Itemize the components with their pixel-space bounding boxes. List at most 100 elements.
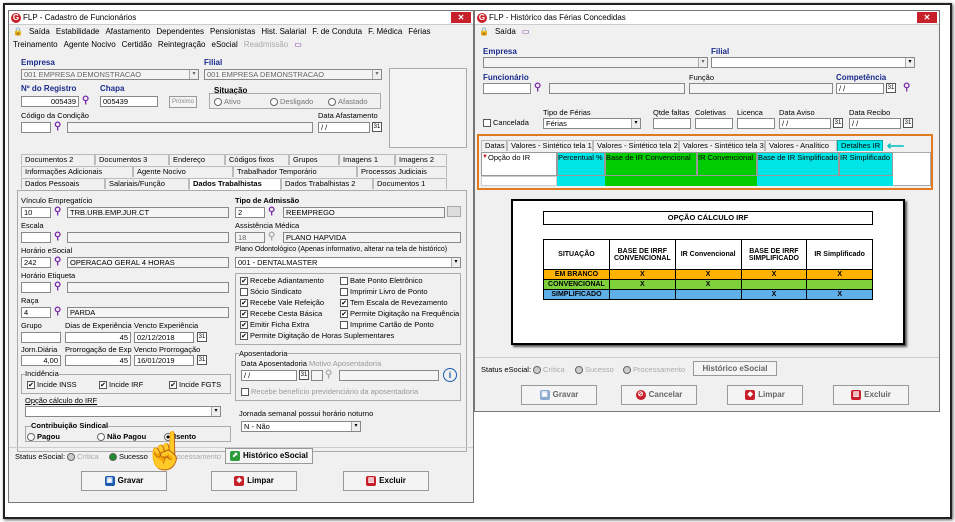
tab-sintetico-3[interactable]: Valores - Sintético tela 3	[679, 140, 765, 151]
grid-col-base-simp[interactable]: Base de IR Simplificado	[757, 152, 839, 176]
menu-readmissao[interactable]: Readmissão	[244, 40, 288, 49]
grid-col-percentual[interactable]: Percentual %	[557, 152, 605, 176]
digitacao-frequencia-checkbox[interactable]: ✔ Permite Digitação na Frequência	[340, 309, 459, 319]
jorn-input[interactable]: 4,00	[21, 355, 61, 366]
cesta-basica-checkbox[interactable]: ✔ Recebe Cesta Básica	[240, 309, 322, 319]
cartao-ponto-checkbox[interactable]: Imprime Cartão de Ponto	[340, 320, 434, 330]
search-icon[interactable]: ⚲	[268, 207, 278, 217]
qtdefaltas-input[interactable]	[653, 118, 691, 129]
tipoadm-code[interactable]: 2	[235, 207, 265, 218]
escala-revezamento-checkbox[interactable]: ✔ Tem Escala de Revezamento	[340, 298, 448, 308]
tab-imagens-1[interactable]: Imagens 1	[339, 154, 395, 165]
grid-cell[interactable]	[839, 176, 893, 186]
menu-f-medica[interactable]: F. Médica	[368, 27, 402, 36]
calendar-icon[interactable]: 31	[372, 122, 382, 132]
grid-col-opcao[interactable]: ▼ Opção do IR	[481, 152, 557, 176]
empresa-select[interactable]: 001 EMPRESA DEMONSTRACAO ▾	[21, 69, 199, 80]
menu-dependentes[interactable]: Dependentes	[156, 27, 204, 36]
tab-dados-trabalhistas-2[interactable]: Dados Trabalhistas 2	[281, 178, 373, 189]
calendar-icon[interactable]: 31	[197, 332, 207, 342]
search-icon[interactable]: ⚲	[54, 307, 64, 317]
radio-afastado[interactable]: Afastado	[328, 97, 368, 107]
tab-agente-nocivo[interactable]: Agente Nocivo	[133, 166, 233, 177]
dataaviso-input[interactable]: / /	[779, 118, 831, 129]
registro-input[interactable]: 005439	[21, 96, 79, 107]
tab-analitico[interactable]: Valores - Analítico	[765, 140, 837, 151]
tipoferias-select[interactable]: Férias ▾	[543, 118, 641, 129]
grupo-input[interactable]	[21, 332, 61, 343]
opcao-ir-select[interactable]: ▾	[25, 406, 221, 417]
raca-code[interactable]: 4	[21, 307, 51, 318]
calendar-icon[interactable]: 31	[833, 118, 843, 128]
socio-sindicato-checkbox[interactable]: Sócio Sindicato	[240, 287, 302, 297]
chat-icon[interactable]: ▭	[294, 40, 302, 49]
tab-processos-judiciais[interactable]: Processos Judiciais	[357, 166, 447, 177]
tab-info-adicionais[interactable]: Informações Adicionais	[21, 166, 133, 177]
plano-select[interactable]: 001 - DENTALMASTER ▾	[235, 257, 461, 268]
tab-sintetico-2[interactable]: Valores - Sintético tela 2	[593, 140, 679, 151]
menu-certidao[interactable]: Certidão	[122, 40, 152, 49]
tab-documentos-3[interactable]: Documentos 3	[95, 154, 169, 165]
imprimir-livro-checkbox[interactable]: Imprimir Livro de Ponto	[340, 287, 428, 297]
calendar-icon[interactable]: 31	[903, 118, 913, 128]
dataafast-input[interactable]: / /	[318, 122, 370, 133]
filial-select[interactable]: ▾	[711, 57, 915, 68]
datarecibo-input[interactable]: / /	[849, 118, 901, 129]
grid-cell[interactable]	[757, 176, 839, 186]
incide-inss-checkbox[interactable]: ✔ Incide INSS	[27, 380, 77, 390]
tab-sintetico-1[interactable]: Valores - Sintético tela 1	[507, 140, 593, 151]
tab-salariais-funcao[interactable]: Salariais/Função	[105, 178, 189, 189]
recebe-adiantamento-checkbox[interactable]: ✔ Recebe Adiantamento	[240, 276, 324, 286]
tab-documentos-1[interactable]: Documentos 1	[373, 178, 447, 189]
func-code[interactable]	[483, 83, 531, 94]
close-button[interactable]: ✕	[451, 12, 471, 23]
licenca-input[interactable]	[737, 118, 775, 129]
codcond-input[interactable]	[21, 122, 51, 133]
etiqueta-code[interactable]	[21, 282, 51, 293]
search-icon[interactable]: ⚲	[54, 122, 64, 132]
calendar-icon[interactable]: 31	[299, 370, 309, 380]
grid-col-ir-simp[interactable]: IR Simplificado	[839, 152, 893, 176]
calendar-icon[interactable]: 31	[886, 83, 896, 93]
grid-cell[interactable]	[605, 176, 697, 186]
tab-grupos[interactable]: Grupos	[289, 154, 339, 165]
excluir-button[interactable]: ▥ Excluir	[343, 471, 429, 491]
vencprorrog-input[interactable]: 16/01/2019	[134, 355, 194, 366]
ficha-extra-checkbox[interactable]: ✔ Emitir Ficha Extra	[240, 320, 309, 330]
cancelar-button[interactable]: ⊘ Cancelar	[621, 385, 697, 405]
gravar-button[interactable]: ▣ Gravar	[81, 471, 167, 491]
menu-f-conduta[interactable]: F. de Conduta	[312, 27, 362, 36]
grid-cell[interactable]	[557, 176, 605, 186]
limpar-button[interactable]: ◆ Limpar	[211, 471, 297, 491]
incide-irf-checkbox[interactable]: ✔ Incide IRF	[99, 380, 143, 390]
tab-documentos-2[interactable]: Documentos 2	[21, 154, 95, 165]
horario-code[interactable]: 242	[21, 257, 51, 268]
motivo-code[interactable]	[311, 370, 323, 381]
search-icon[interactable]: ⚲	[54, 282, 64, 292]
search-icon[interactable]: ⚲	[325, 370, 335, 380]
menu-estabilidade[interactable]: Estabilidade	[56, 27, 100, 36]
grid-col-ir-conv[interactable]: IR Convencional	[697, 152, 757, 176]
grid-col-base-conv[interactable]: Base de IR Convencional	[605, 152, 697, 176]
vencexp-input[interactable]: 02/12/2018	[134, 332, 194, 343]
tab-imagens-2[interactable]: Imagens 2	[395, 154, 447, 165]
menu-agente-nocivo[interactable]: Agente Nocivo	[64, 40, 116, 49]
menu-hist-salarial[interactable]: Hist. Salarial	[261, 27, 306, 36]
search-icon[interactable]: ⚲	[534, 83, 544, 93]
search-icon[interactable]: ⚲	[268, 232, 278, 242]
excluir-button[interactable]: ▥ Excluir	[833, 385, 909, 405]
assist-code[interactable]: 18	[235, 232, 265, 243]
search-icon[interactable]: ⚲	[82, 96, 92, 106]
tab-codigos-fixos[interactable]: Códigos fixos	[225, 154, 289, 165]
empresa-select[interactable]: ▾	[483, 57, 708, 68]
grid-cell[interactable]	[481, 176, 557, 186]
search-icon[interactable]: ⚲	[54, 257, 64, 267]
proximo-button[interactable]: Próximo	[169, 96, 197, 108]
tab-datas[interactable]: Datas	[481, 140, 507, 151]
recebe-benef-checkbox[interactable]: Recebe benefício previdenciário da apose…	[241, 387, 418, 397]
menu-ferias[interactable]: Férias	[408, 27, 430, 36]
close-button[interactable]: ✕	[917, 12, 937, 23]
coletivas-input[interactable]	[695, 118, 733, 129]
card-icon[interactable]	[447, 206, 461, 217]
menu-afastamento[interactable]: Afastamento	[105, 27, 150, 36]
